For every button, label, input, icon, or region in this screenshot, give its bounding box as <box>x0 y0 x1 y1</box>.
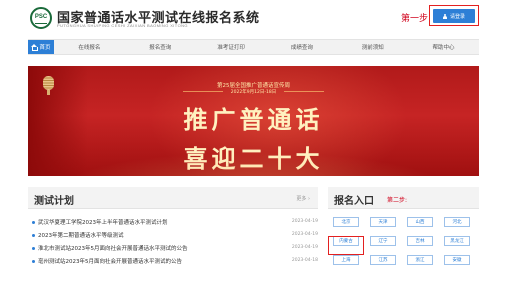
more-link-label: 更多 <box>296 196 307 202</box>
login-button[interactable]: 请登录 <box>433 9 475 23</box>
plan-title: 2023年第二期普通话水平等级测试 <box>38 233 124 239</box>
bullet-icon <box>32 221 35 224</box>
more-link[interactable]: 更多 › <box>296 195 310 202</box>
region-button-anhui[interactable]: 安徽 <box>444 255 470 265</box>
promo-banner[interactable]: 第25届全国推广普通话宣传周 2022年9月12日-18日 推广普通话 喜迎二十… <box>28 66 479 176</box>
banner-waves <box>28 146 479 176</box>
step1-label: 第一步: <box>401 14 432 24</box>
user-icon <box>443 13 448 19</box>
region-button-hebei[interactable]: 河北 <box>444 217 470 227</box>
test-plans-title: 测试计划 <box>34 196 74 207</box>
bullet-icon <box>32 247 35 250</box>
region-button-zhejiang[interactable]: 浙江 <box>407 255 433 265</box>
nav-home[interactable]: 首页 <box>28 40 54 54</box>
region-button-jiangsu[interactable]: 江苏 <box>370 255 396 265</box>
home-icon <box>31 44 39 51</box>
banner-event-title: 第25届全国推广普通话宣传周 <box>217 83 290 89</box>
banner-date-divider-right <box>284 91 324 92</box>
region-button-shanxi[interactable]: 山西 <box>407 217 433 227</box>
nav-home-label: 首页 <box>39 45 51 51</box>
bullet-icon <box>32 260 35 263</box>
step2-label: 第二步: <box>387 197 408 204</box>
psc-logo: PSC <box>30 7 52 29</box>
main-nav: 首页 在线报名 报名查询 准考证打印 成绩查询 测前须知 帮助中心 <box>28 39 479 55</box>
nav-score-query[interactable]: 成绩查询 <box>266 40 337 54</box>
list-item[interactable]: 2023年第二期普通话水平等级测试 2023-04-19 <box>28 230 318 243</box>
list-item[interactable]: 武汉华夏理工学院2023年上半年普通话水平测试计划 2023-04-19 <box>28 217 318 230</box>
plan-date: 2023-04-19 <box>291 219 318 224</box>
test-plans-header: 测试计划 更多 › <box>28 187 318 209</box>
plan-date: 2023-04-19 <box>291 232 318 237</box>
test-plans-panel: 测试计划 更多 › 武汉华夏理工学院2023年上半年普通话水平测试计划 2023… <box>28 187 318 281</box>
bullet-icon <box>32 234 35 237</box>
registration-entry-title: 报名入口 <box>334 196 374 207</box>
banner-date: 2022年9月12日-18日 <box>230 90 277 95</box>
plan-title: 武汉华夏理工学院2023年上半年普通话水平测试计划 <box>38 220 168 226</box>
site-header: PSC 国家普通话水平测试在线报名系统 PUTONGHUA SHUIPING C… <box>0 0 506 34</box>
logo-text: PSC <box>34 14 48 20</box>
nav-online-registration[interactable]: 在线报名 <box>54 40 125 54</box>
plan-title: 亳州测试站2023年5月面向社会开展普通话水平测试的公告 <box>38 259 182 265</box>
region-button-heilongjiang[interactable]: 黑龙江 <box>444 236 470 246</box>
list-item[interactable]: 淮北市测试站2023年5月面向社会开展普通话水平测试的公告 2023-04-19 <box>28 243 318 256</box>
region-button-beijing[interactable]: 北京 <box>333 217 359 227</box>
nav-admission-ticket-print[interactable]: 准考证打印 <box>196 40 267 54</box>
banner-slogan-line1: 推广普通话 <box>183 105 324 134</box>
region-button-liaoning[interactable]: 辽宁 <box>370 236 396 246</box>
nav-test-notice[interactable]: 测前须知 <box>337 40 408 54</box>
region-highlight-box <box>328 236 364 255</box>
logo-ring-icon <box>35 21 47 24</box>
test-plans-list: 武汉华夏理工学院2023年上半年普通话水平测试计划 2023-04-19 202… <box>28 217 318 269</box>
registration-entry-header: 报名入口 第二步: <box>328 187 479 209</box>
chevron-right-icon: › <box>308 196 310 202</box>
region-button-shanghai[interactable]: 上海 <box>333 255 359 265</box>
list-item[interactable]: 亳州测试站2023年5月面向社会开展普通话水平测试的公告 2023-04-18 <box>28 256 318 269</box>
nav-help-center[interactable]: 帮助中心 <box>408 40 479 54</box>
region-button-jilin[interactable]: 吉林 <box>407 236 433 246</box>
region-button-tianjin[interactable]: 天津 <box>370 217 396 227</box>
nav-registration-query[interactable]: 报名查询 <box>125 40 196 54</box>
site-subtitle: PUTONGHUA SHUIPING CESHI ZAIXIAN BAOMING… <box>57 23 188 28</box>
registration-entry-panel: 报名入口 第二步: 北京 天津 山西 河北 内蒙古 辽宁 吉林 黑龙江 上海 江… <box>328 187 479 281</box>
plan-date: 2023-04-18 <box>291 258 318 263</box>
plan-title: 淮北市测试站2023年5月面向社会开展普通话水平测试的公告 <box>38 246 188 252</box>
plan-date: 2023-04-19 <box>291 245 318 250</box>
login-button-label: 请登录 <box>449 13 465 20</box>
